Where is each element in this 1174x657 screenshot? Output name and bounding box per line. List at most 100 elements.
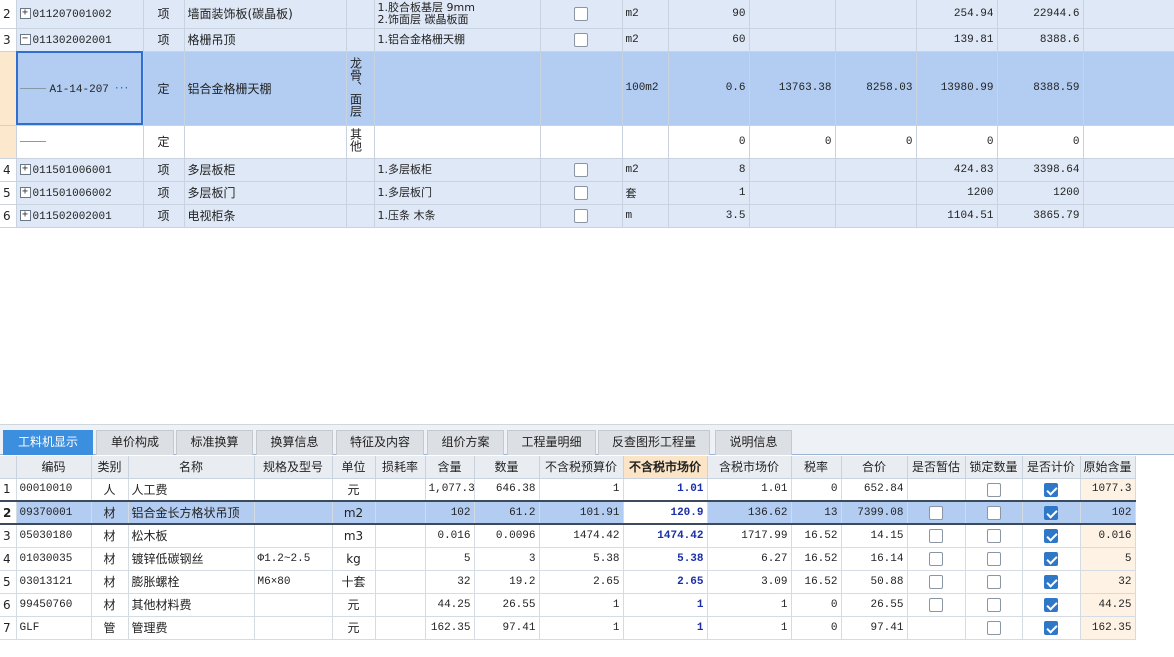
resource-tax-market-price[interactable]: 1: [707, 593, 792, 617]
resource-lock-cell[interactable]: [965, 524, 1023, 548]
resource-name[interactable]: 松木板: [128, 524, 255, 548]
item-code[interactable]: +011501006002: [16, 181, 144, 205]
tab-6[interactable]: 工程量明细: [507, 430, 596, 455]
column-header[interactable]: 损耗率: [375, 456, 426, 479]
price-checkbox[interactable]: [1044, 529, 1058, 543]
resource-content[interactable]: 102: [425, 500, 475, 525]
resource-code[interactable]: 01030035: [16, 547, 92, 571]
item-description[interactable]: [374, 51, 541, 126]
resource-price-cell[interactable]: [1022, 570, 1081, 594]
resource-row[interactable]: 7 GLF 管管理费元 162.35 97.41 1 1 1 0 97.41 162.35: [0, 616, 1136, 640]
resource-code[interactable]: 05030180: [16, 524, 92, 548]
column-header[interactable]: 原始含量: [1080, 456, 1136, 479]
item-quantity[interactable]: 90: [668, 0, 750, 29]
column-header[interactable]: 单位: [332, 456, 376, 479]
item-checkbox[interactable]: [574, 32, 588, 47]
resource-spec[interactable]: Φ1.2~2.5: [254, 547, 333, 571]
resource-name[interactable]: 其他材料费: [128, 593, 255, 617]
resource-tax-market-price[interactable]: 1717.99: [707, 524, 792, 548]
column-header[interactable]: 不含税预算价: [539, 456, 624, 479]
tab-1[interactable]: 单价构成: [96, 430, 174, 455]
resource-price-cell[interactable]: [1022, 593, 1081, 617]
item-name[interactable]: 格栅吊顶: [184, 28, 347, 52]
item-checkbox-cell[interactable]: [540, 204, 623, 228]
item-description[interactable]: 1.铝合金格栅天棚: [374, 28, 541, 52]
item-checkbox-cell[interactable]: [540, 181, 623, 205]
resource-loss-rate[interactable]: [375, 593, 426, 617]
resource-lock-cell[interactable]: [965, 593, 1023, 617]
expand-icon[interactable]: +: [19, 164, 31, 175]
resource-loss-rate[interactable]: [375, 478, 426, 502]
resource-content[interactable]: 44.25: [425, 593, 475, 617]
resource-grid[interactable]: 编码 类别 名称 规格及型号 单位 损耗率 含量 数量 不含税预算价 不含税市场价 含税市场价 税率合…: [0, 456, 1174, 640]
resource-price-cell[interactable]: [1022, 547, 1081, 571]
item-quantity[interactable]: 3.5: [668, 204, 750, 228]
item-name[interactable]: 墙面装饰板(碳晶板): [184, 0, 347, 29]
expand-icon[interactable]: +: [19, 210, 31, 221]
resource-lock-cell[interactable]: [965, 500, 1023, 525]
column-header[interactable]: 含税市场价: [707, 456, 792, 479]
resource-tax-market-price[interactable]: 6.27: [707, 547, 792, 571]
item-name[interactable]: 电视柜条: [184, 204, 347, 228]
resource-tax-rate[interactable]: 0: [791, 593, 842, 617]
resource-spec[interactable]: M6×80: [254, 570, 333, 594]
resource-loss-rate[interactable]: [375, 500, 426, 525]
resource-row[interactable]: 4 01030035 材镀锌低碳钢丝 Φ1.2~2.5 kg 5 3 5.38 5.38 6.27…: [0, 547, 1136, 571]
resource-estimate-cell[interactable]: [907, 616, 966, 640]
column-header[interactable]: 类别: [91, 456, 129, 479]
item-checkbox-cell[interactable]: [540, 51, 623, 126]
item-quantity[interactable]: 1: [668, 181, 750, 205]
item-checkbox-cell[interactable]: [540, 158, 623, 182]
bill-row[interactable]: 定其他 0 0 0 0 0: [0, 125, 1174, 159]
item-name[interactable]: [184, 125, 347, 159]
resource-loss-rate[interactable]: [375, 547, 426, 571]
item-name[interactable]: 多层板柜: [184, 158, 347, 182]
item-quantity[interactable]: 60: [668, 28, 750, 52]
item-checkbox-cell[interactable]: [540, 0, 623, 29]
resource-row[interactable]: 5 03013121 材膨胀螺栓 M6×80 十套 32 19.2 2.65 2.65 3.09 1…: [0, 570, 1136, 594]
resource-estimate-cell[interactable]: [907, 547, 966, 571]
resource-content[interactable]: 162.35: [425, 616, 475, 640]
resource-code[interactable]: GLF: [16, 616, 92, 640]
resource-tax-rate[interactable]: 13: [791, 500, 842, 525]
estimate-checkbox[interactable]: [929, 574, 943, 589]
bill-items-grid[interactable]: 2 +011207001002 项墙面装饰板(碳晶板) 1.胶合板基层 9mm 2.饰…: [0, 0, 1174, 228]
item-quantity[interactable]: 8: [668, 158, 750, 182]
column-header[interactable]: 锁定数量: [965, 456, 1023, 479]
resource-tax-rate[interactable]: 0: [791, 478, 842, 502]
resource-lock-cell[interactable]: [965, 616, 1023, 640]
collapse-icon[interactable]: −: [19, 34, 31, 45]
item-checkbox-cell[interactable]: [540, 125, 623, 159]
price-checkbox[interactable]: [1044, 574, 1058, 589]
resource-content[interactable]: 5: [425, 547, 475, 571]
tab-8[interactable]: 说明信息: [715, 430, 792, 455]
resource-code[interactable]: 00010010: [16, 478, 92, 502]
resource-tax-market-price[interactable]: 3.09: [707, 570, 792, 594]
estimate-checkbox[interactable]: [929, 597, 943, 612]
tab-3[interactable]: 换算信息: [256, 430, 333, 455]
resource-code[interactable]: 99450760: [16, 593, 92, 617]
lock-checkbox[interactable]: [986, 551, 1001, 566]
column-header[interactable]: 数量: [474, 456, 540, 479]
resource-lock-cell[interactable]: [965, 570, 1023, 594]
column-header[interactable]: 规格及型号: [254, 456, 333, 479]
resource-loss-rate[interactable]: [375, 570, 426, 594]
resource-spec[interactable]: [254, 500, 333, 525]
resource-tax-rate[interactable]: 0: [791, 616, 842, 640]
resource-name[interactable]: 人工费: [128, 478, 255, 502]
price-checkbox[interactable]: [1044, 482, 1058, 497]
column-header[interactable]: 编码: [16, 456, 92, 479]
resource-market-price[interactable]: 1.01: [623, 478, 708, 502]
item-code[interactable]: −011302002001: [16, 28, 144, 52]
resource-name[interactable]: 镀锌低碳钢丝: [128, 547, 255, 571]
item-code[interactable]: +011501006001: [16, 158, 144, 182]
column-header[interactable]: 名称: [128, 456, 255, 479]
column-header[interactable]: 是否计价: [1022, 456, 1081, 479]
resource-row[interactable]: 2 09370001 材铝合金长方格状吊顶 m2 102 61.2 101.91 120.9 1…: [0, 500, 1136, 525]
resource-estimate-cell[interactable]: [907, 478, 966, 502]
resource-row[interactable]: 6 99450760 材其他材料费元 44.25 26.55 1 1 1 0 26.55 44.25: [0, 593, 1136, 617]
price-checkbox[interactable]: [1044, 620, 1058, 635]
resource-name[interactable]: 膨胀螺栓: [128, 570, 255, 594]
item-code[interactable]: [16, 125, 144, 159]
bill-row[interactable]: 5 +011501006002 项多层板门 1.多层板门套 1 1200 1200: [0, 181, 1174, 205]
